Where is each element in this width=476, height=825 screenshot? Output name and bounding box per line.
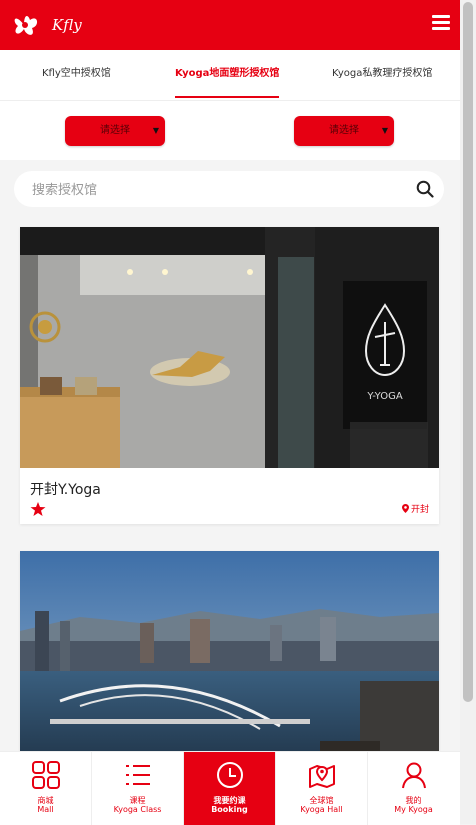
svg-text:Kfly: Kfly: [51, 16, 82, 34]
tab-kfly-aerial[interactable]: Kfly空中授权馆: [42, 50, 111, 100]
search-bar: [14, 171, 444, 207]
nav-label-en: Mall: [37, 805, 54, 814]
nav-item-booking[interactable]: 我要约课 Booking: [184, 752, 276, 825]
city-select-value: 请选择: [329, 125, 359, 136]
nav-item-mall[interactable]: 商城 Mall: [0, 752, 92, 825]
bottom-nav: 商城 Mall 课程 Kyoga Class 我要约课 Booking 全球馆 …: [0, 751, 460, 825]
hall-photo: [20, 551, 439, 771]
hall-name: 开封Y.Yoga: [30, 482, 101, 498]
svg-text:Y-YOGA: Y-YOGA: [366, 391, 403, 402]
province-select-value: 请选择: [100, 125, 130, 136]
dropdown-arrow-icon: ▼: [152, 126, 159, 135]
dropdown-arrow-icon: ▼: [381, 126, 388, 135]
hall-location: 开封: [401, 502, 429, 515]
kfly-logo[interactable]: Kfly: [10, 8, 90, 42]
page-scrollbar[interactable]: [460, 0, 476, 824]
clock-icon: [217, 762, 243, 788]
user-icon: [402, 762, 426, 789]
star-icon: [30, 502, 46, 516]
app-header: Kfly: [0, 0, 460, 50]
search-icon[interactable]: [416, 180, 434, 198]
nav-item-my[interactable]: 我的 My Kyoga: [368, 752, 459, 825]
hall-type-tabs: Kfly空中授权馆 Kyoga地面塑形授权馆 Kyoga私教理疗授权馆: [0, 50, 460, 101]
hall-card[interactable]: [20, 551, 439, 771]
map-icon: [309, 765, 335, 788]
search-input[interactable]: [30, 179, 394, 201]
hall-location-text: 开封: [410, 505, 429, 515]
nav-item-class[interactable]: 课程 Kyoga Class: [92, 752, 184, 825]
nav-item-hall[interactable]: 全球馆 Kyoga Hall: [276, 752, 368, 825]
list-icon: [126, 765, 150, 785]
grid-icon: [32, 761, 60, 789]
province-select[interactable]: 请选择 ▼: [65, 116, 165, 146]
location-pin-icon: [401, 504, 409, 513]
nav-label-en: Booking: [211, 805, 248, 814]
nav-label-en: Kyoga Class: [113, 805, 162, 814]
nav-label-en: My Kyoga: [394, 805, 433, 814]
hall-card[interactable]: Y-YOGA 开封Y.Yoga 开封: [20, 227, 439, 524]
hall-photo: Y-YOGA: [20, 227, 439, 468]
city-select[interactable]: 请选择 ▼: [294, 116, 394, 146]
tab-kyoga-private[interactable]: Kyoga私教理疗授权馆: [332, 50, 432, 100]
filter-bar: 请选择 ▼ 请选择 ▼: [0, 101, 460, 160]
hamburger-menu-icon[interactable]: [432, 15, 450, 31]
tab-kyoga-ground[interactable]: Kyoga地面塑形授权馆: [175, 50, 280, 100]
scrollbar-thumb[interactable]: [463, 2, 473, 702]
nav-label-en: Kyoga Hall: [300, 805, 343, 814]
